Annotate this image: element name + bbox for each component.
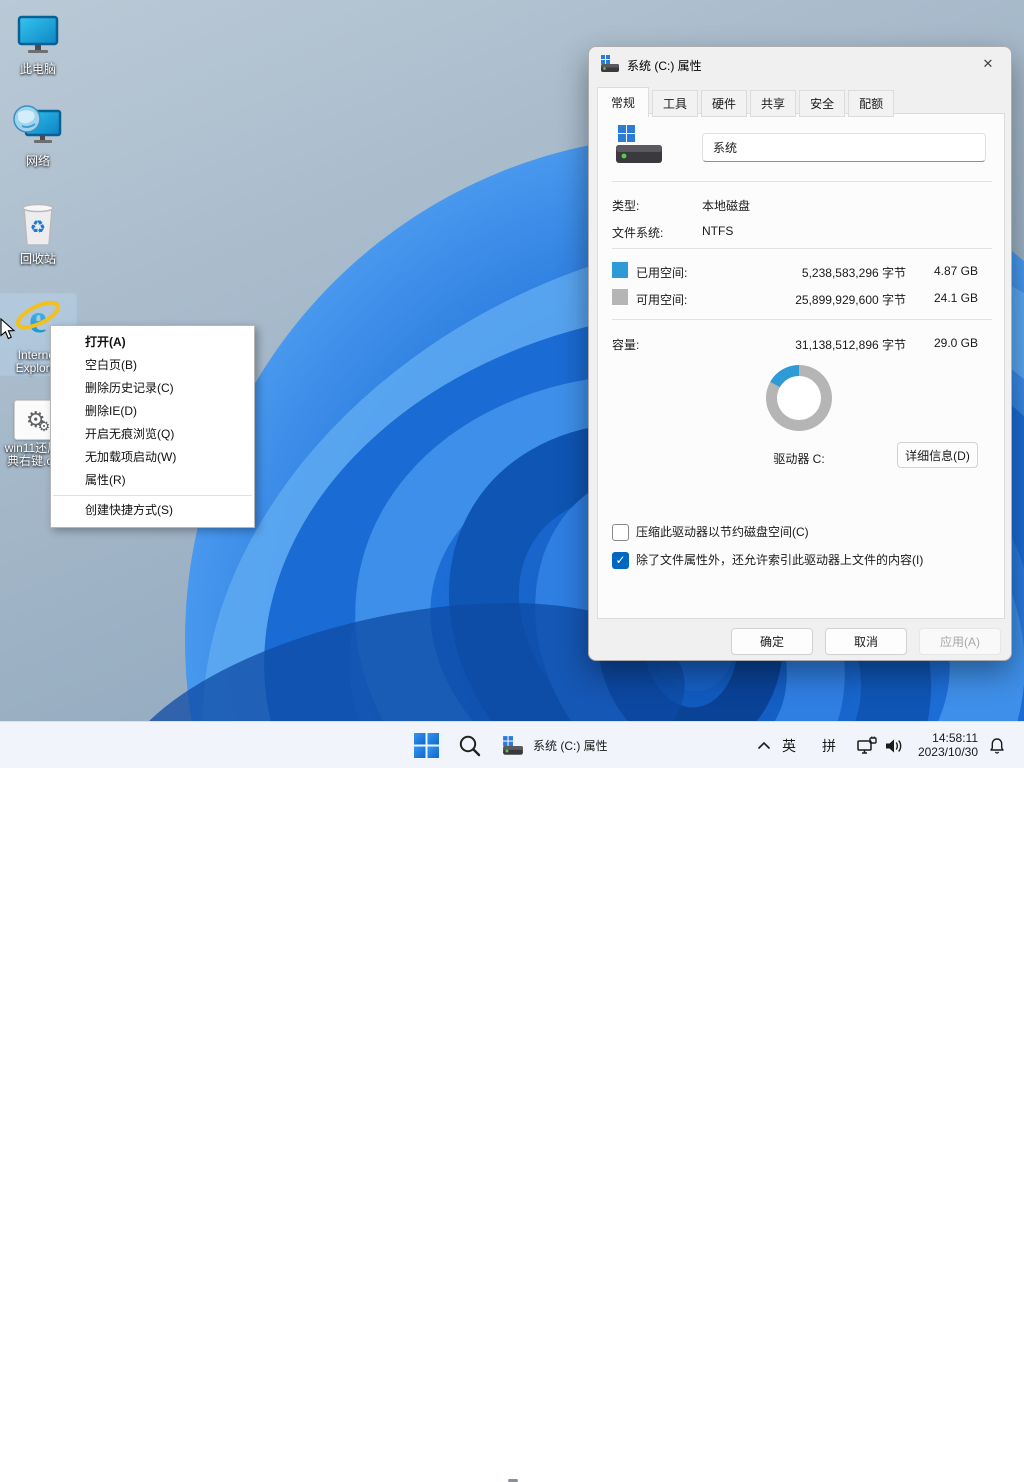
- desktop-icon-recycle-bin[interactable]: ♻ 回收站: [0, 200, 76, 266]
- desktop-icon-network[interactable]: 网络: [0, 100, 76, 168]
- menu-item-blank-page[interactable]: 空白页(B): [51, 354, 254, 377]
- capacity-bytes: 31,138,512,896 字节: [736, 336, 906, 353]
- network-icon: [856, 736, 878, 756]
- tab-sharing[interactable]: 共享: [750, 90, 796, 117]
- notification-button[interactable]: [988, 722, 1006, 769]
- menu-item-open[interactable]: 打开(A): [51, 331, 254, 354]
- drive-icon: [502, 736, 524, 756]
- used-space-legend: [612, 262, 628, 278]
- used-space-label: 已用空间:: [636, 264, 687, 281]
- drive-name-input[interactable]: [702, 133, 986, 162]
- network-tray-button[interactable]: [856, 722, 878, 769]
- filesystem-label: 文件系统:: [612, 224, 663, 241]
- gear-icon: ⚙: [38, 419, 51, 433]
- network-icon: [12, 100, 64, 153]
- capacity-label: 容量:: [612, 336, 639, 353]
- type-value: 本地磁盘: [702, 197, 750, 214]
- ok-button[interactable]: 确定: [731, 628, 813, 655]
- desktop-icon-this-pc[interactable]: 此电脑: [0, 10, 76, 76]
- cancel-button[interactable]: 取消: [825, 628, 907, 655]
- start-button[interactable]: [414, 722, 439, 769]
- compress-checkbox[interactable]: [612, 524, 629, 541]
- speaker-icon: [884, 737, 904, 755]
- free-space-size: 24.1 GB: [898, 291, 978, 305]
- disk-usage-donut: [766, 365, 832, 431]
- free-space-bytes: 25,899,929,600 字节: [736, 291, 906, 308]
- free-space-legend: [612, 289, 628, 305]
- taskbar-app-label: 系统 (C:) 属性: [533, 737, 608, 754]
- separator: [612, 248, 992, 249]
- filesystem-value: NTFS: [702, 224, 733, 238]
- dialog-titlebar: 系统 (C:) 属性 ✕: [589, 47, 1011, 81]
- details-button[interactable]: 详细信息(D): [897, 442, 978, 468]
- tab-tools[interactable]: 工具: [652, 90, 698, 117]
- menu-separator: [53, 495, 252, 496]
- search-icon: [457, 733, 482, 758]
- ime-mode-indicator[interactable]: 拼: [822, 722, 836, 769]
- tray-overflow-button[interactable]: [756, 722, 772, 769]
- menu-item-properties[interactable]: 属性(R): [51, 469, 254, 492]
- index-checkbox[interactable]: ✓: [612, 552, 629, 569]
- recycle-bin-icon: ♻: [16, 200, 60, 251]
- windows-logo-icon: [414, 733, 439, 758]
- taskbar-app-system-properties[interactable]: 系统 (C:) 属性: [502, 722, 608, 769]
- used-space-bytes: 5,238,583,296 字节: [736, 264, 906, 281]
- drive-caption: 驱动器 C:: [739, 450, 859, 467]
- context-menu: 打开(A) 空白页(B) 删除历史记录(C) 删除IE(D) 开启无痕浏览(Q)…: [50, 325, 255, 528]
- menu-item-inprivate[interactable]: 开启无痕浏览(Q): [51, 423, 254, 446]
- index-checkbox-label[interactable]: 除了文件属性外，还允许索引此驱动器上文件的内容(I): [636, 552, 923, 569]
- clock-time: 14:58:11: [918, 731, 978, 745]
- desktop-icon-label: 回收站: [20, 253, 56, 266]
- tab-quota[interactable]: 配额: [848, 90, 894, 117]
- this-pc-icon: [14, 10, 62, 61]
- clock[interactable]: 14:58:11 2023/10/30: [918, 731, 978, 759]
- general-tab-pane: 类型: 本地磁盘 文件系统: NTFS 已用空间: 5,238,583,296 …: [597, 113, 1005, 619]
- apply-button[interactable]: 应用(A): [919, 628, 1001, 655]
- drive-icon: [600, 55, 620, 76]
- tab-hardware[interactable]: 硬件: [701, 90, 747, 117]
- compress-checkbox-label[interactable]: 压缩此驱动器以节约磁盘空间(C): [636, 524, 809, 541]
- clock-date: 2023/10/30: [918, 745, 978, 759]
- menu-item-create-shortcut[interactable]: 创建快捷方式(S): [51, 499, 254, 522]
- taskbar: 系统 (C:) 属性 英 拼 14:58:11 2023/10/30: [0, 721, 1024, 768]
- chevron-up-icon: [756, 738, 772, 754]
- tab-security[interactable]: 安全: [799, 90, 845, 117]
- volume-tray-button[interactable]: [884, 722, 904, 769]
- bell-icon: [988, 737, 1006, 755]
- separator: [612, 181, 992, 182]
- desktop-icon-label: 网络: [26, 155, 50, 168]
- drive-icon-large: [614, 125, 664, 170]
- drive-properties-dialog: 系统 (C:) 属性 ✕ 常规 工具 硬件 共享 安全 配额 类型: 本地磁盘 …: [588, 46, 1012, 661]
- dialog-tabs: 常规 工具 硬件 共享 安全 配额: [597, 87, 897, 117]
- search-button[interactable]: [457, 722, 482, 769]
- free-space-label: 可用空间:: [636, 291, 687, 308]
- close-icon[interactable]: ✕: [979, 55, 997, 73]
- separator: [612, 319, 992, 320]
- type-label: 类型:: [612, 197, 639, 214]
- desktop-icon-label: 此电脑: [20, 63, 56, 76]
- menu-item-no-addons[interactable]: 无加载项启动(W): [51, 446, 254, 469]
- used-space-size: 4.87 GB: [898, 264, 978, 278]
- language-indicator[interactable]: 英: [782, 722, 796, 769]
- tab-general[interactable]: 常规: [597, 87, 649, 117]
- menu-item-delete-history[interactable]: 删除历史记录(C): [51, 377, 254, 400]
- dialog-title: 系统 (C:) 属性: [627, 57, 702, 74]
- menu-item-delete-ie[interactable]: 删除IE(D): [51, 400, 254, 423]
- svg-text:♻: ♻: [30, 217, 46, 237]
- capacity-size: 29.0 GB: [898, 336, 978, 350]
